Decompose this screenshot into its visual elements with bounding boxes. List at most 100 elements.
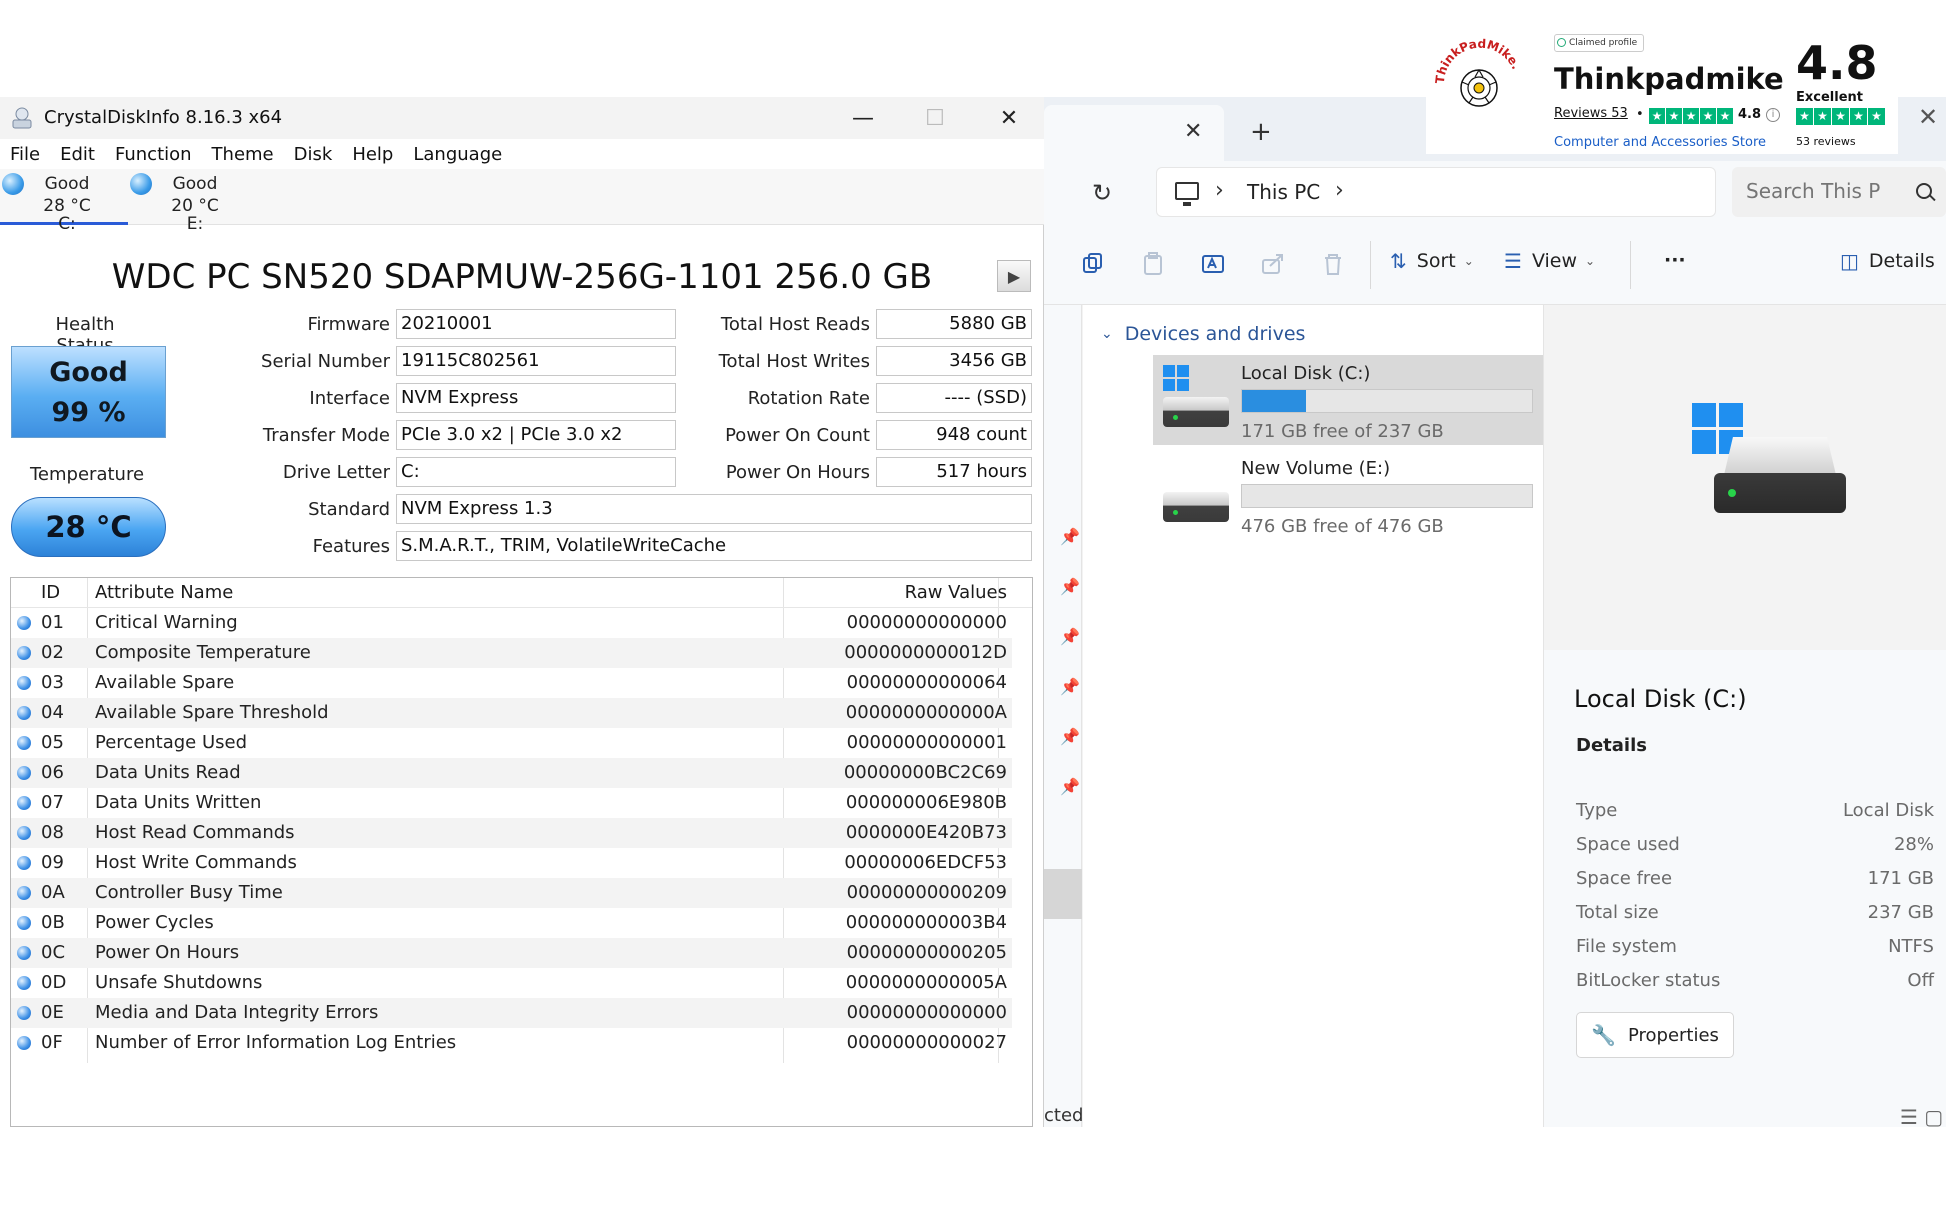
address-bar[interactable]: › This PC › xyxy=(1156,167,1716,217)
table-row[interactable]: 06 Data Units Read 00000000BC2C69 xyxy=(11,758,1012,788)
minimize-button[interactable]: — xyxy=(828,97,898,139)
close-window-button[interactable]: ✕ xyxy=(1918,103,1938,131)
breadcrumb-this-pc[interactable]: This PC xyxy=(1247,180,1320,204)
attribute-name: Data Units Written xyxy=(95,792,262,813)
table-row[interactable]: 04 Available Spare Threshold 0000000000000… xyxy=(11,698,1012,728)
chevron-right-icon[interactable]: › xyxy=(1335,178,1344,203)
business-category-link[interactable]: Computer and Accessories Store xyxy=(1554,135,1766,150)
chevron-down-icon: ⌄ xyxy=(1463,254,1474,268)
tab-this-pc[interactable]: ✕ xyxy=(1044,105,1224,161)
drive-free-space: 476 GB free of 476 GB xyxy=(1241,516,1444,537)
share-icon[interactable] xyxy=(1260,251,1286,277)
header-id[interactable]: ID xyxy=(41,578,81,608)
attribute-raw-value: 00000006EDCF53 xyxy=(844,852,1007,873)
details-pane-button[interactable]: ◫ Details xyxy=(1840,249,1935,273)
details-pane: Local Disk (C:) Details Type Local Disk Sp… xyxy=(1543,305,1946,1129)
chevron-right-icon[interactable]: › xyxy=(1215,178,1224,203)
temperature-value[interactable]: 28 °C xyxy=(11,497,166,557)
trustpilot-badge[interactable]: ThinkPadMike.com Claimed profile Thinkpa… xyxy=(1426,28,1898,154)
menu-theme[interactable]: Theme xyxy=(212,144,274,165)
toolbar-divider xyxy=(1630,241,1631,289)
business-name[interactable]: Thinkpadmike xyxy=(1554,62,1784,96)
table-row[interactable]: 0C Power On Hours 00000000000205 xyxy=(11,938,1012,968)
menu-edit[interactable]: Edit xyxy=(60,144,95,165)
star-icon: ★ xyxy=(1649,108,1665,124)
details-key: Space free xyxy=(1576,868,1673,889)
drive-item-e[interactable]: New Volume (E:) 476 GB free of 476 GB xyxy=(1153,450,1543,540)
menu-bar: File Edit Function Theme Disk Help Langu… xyxy=(0,139,1044,169)
more-options-button[interactable]: ··· xyxy=(1664,249,1686,271)
paste-icon[interactable] xyxy=(1140,251,1166,277)
smart-attributes-table[interactable]: ID Attribute Name Raw Values 01 Critical … xyxy=(10,577,1033,1127)
pin-icon[interactable]: 📌 xyxy=(1060,727,1080,746)
drive-item-c[interactable]: Local Disk (C:) 171 GB free of 237 GB xyxy=(1153,355,1543,445)
star-icon: ★ xyxy=(1832,108,1849,125)
close-button[interactable]: ✕ xyxy=(974,97,1044,139)
sort-button[interactable]: ⇅ Sort ⌄ xyxy=(1390,249,1474,273)
rename-icon[interactable] xyxy=(1200,251,1226,277)
chevron-down-icon[interactable]: ⌄ xyxy=(1101,326,1113,342)
attribute-name: Unsafe Shutdowns xyxy=(95,972,263,993)
refresh-icon[interactable]: ↻ xyxy=(1092,179,1112,207)
table-row[interactable]: 05 Percentage Used 00000000000001 xyxy=(11,728,1012,758)
rotation-rate-value: ---- (SSD) xyxy=(876,383,1032,413)
table-row[interactable]: 09 Host Write Commands 00000006EDCF53 xyxy=(11,848,1012,878)
menu-function[interactable]: Function xyxy=(115,144,192,165)
delete-icon[interactable] xyxy=(1320,251,1346,277)
search-icon[interactable] xyxy=(1916,183,1932,199)
drive-letter-label: Drive Letter xyxy=(282,462,390,483)
details-key: Total size xyxy=(1576,902,1659,923)
info-icon[interactable]: i xyxy=(1766,108,1780,122)
navigation-pane[interactable]: 📌 📌 📌 📌 📌 📌 cted xyxy=(1044,305,1083,1127)
nav-pane-scrollbar[interactable] xyxy=(1044,869,1082,919)
drive-name: New Volume (E:) xyxy=(1241,458,1391,479)
pin-icon[interactable]: 📌 xyxy=(1060,627,1080,646)
devices-and-drives-group[interactable]: ⌄ Devices and drives xyxy=(1101,323,1305,345)
title-bar[interactable]: CrystalDiskInfo 8.16.3 x64 — ☐ ✕ xyxy=(0,97,1044,139)
table-row[interactable]: 07 Data Units Written 000000006E980B xyxy=(11,788,1012,818)
table-row[interactable]: 0E Media and Data Integrity Errors 0000000… xyxy=(11,998,1012,1028)
new-tab-button[interactable]: + xyxy=(1250,117,1272,147)
attribute-id: 01 xyxy=(41,612,64,633)
table-row[interactable]: 03 Available Spare 00000000000064 xyxy=(11,668,1012,698)
pin-icon[interactable]: 📌 xyxy=(1060,677,1080,696)
search-input[interactable] xyxy=(1746,179,1906,203)
reviews-link[interactable]: Reviews 53 xyxy=(1554,106,1628,121)
next-disk-button[interactable]: ▶ xyxy=(997,260,1031,292)
menu-help[interactable]: Help xyxy=(352,144,393,165)
trustscore-value: 4.8 xyxy=(1796,36,1878,90)
status-dot-icon xyxy=(17,1036,31,1050)
table-row[interactable]: 0D Unsafe Shutdowns 0000000000005A xyxy=(11,968,1012,998)
properties-button[interactable]: 🔧 Properties xyxy=(1576,1012,1734,1058)
table-row[interactable]: 08 Host Read Commands 0000000E420B73 xyxy=(11,818,1012,848)
computer-icon[interactable] xyxy=(1175,182,1199,206)
close-tab-icon[interactable]: ✕ xyxy=(1184,119,1202,144)
table-row[interactable]: 0B Power Cycles 000000000003B4 xyxy=(11,908,1012,938)
drive-tab-c[interactable]: Good 28 °C C: xyxy=(0,171,128,233)
table-row[interactable]: 0A Controller Busy Time 00000000000209 xyxy=(11,878,1012,908)
table-row[interactable]: 02 Composite Temperature 0000000000012D xyxy=(11,638,1012,668)
serial-number-label: Serial Number xyxy=(261,351,390,372)
header-raw-values[interactable]: Raw Values xyxy=(787,578,1007,608)
table-row[interactable]: 01 Critical Warning 00000000000000 xyxy=(11,608,1012,638)
power-on-count-value: 948 count xyxy=(876,420,1032,450)
header-attribute-name[interactable]: Attribute Name xyxy=(95,578,785,608)
drive-status: Good xyxy=(172,174,218,194)
menu-disk[interactable]: Disk xyxy=(294,144,333,165)
health-status-box[interactable]: Good 99 % xyxy=(11,346,166,438)
list-view-icon[interactable]: ☰ ▢ xyxy=(1900,1105,1943,1129)
pin-icon[interactable]: 📌 xyxy=(1060,777,1080,796)
drive-tab-e[interactable]: Good 20 °C E: xyxy=(128,171,256,233)
wrench-icon: 🔧 xyxy=(1591,1023,1616,1047)
view-button[interactable]: ☰ View ⌄ xyxy=(1504,249,1595,273)
total-host-writes-value: 3456 GB xyxy=(876,346,1032,376)
menu-file[interactable]: File xyxy=(10,144,40,165)
copy-icon[interactable] xyxy=(1080,251,1106,277)
maximize-button[interactable]: ☐ xyxy=(900,97,970,139)
pin-icon[interactable]: 📌 xyxy=(1060,527,1080,546)
search-box[interactable] xyxy=(1732,167,1946,217)
pin-icon[interactable]: 📌 xyxy=(1060,577,1080,596)
table-row[interactable]: 0F Number of Error Information Log Entrie… xyxy=(11,1028,1012,1058)
menu-language[interactable]: Language xyxy=(413,144,502,165)
attribute-name: Number of Error Information Log Entries xyxy=(95,1032,457,1053)
